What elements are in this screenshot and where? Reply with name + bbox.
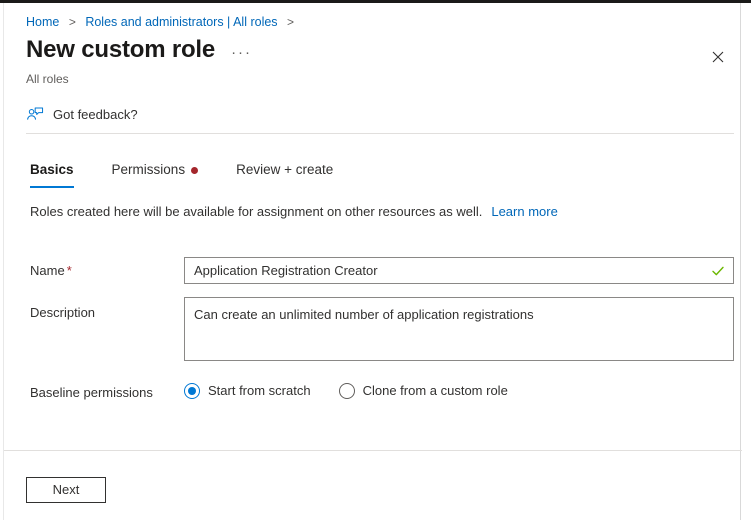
breadcrumb-separator-1: > [69, 15, 76, 29]
title-row: New custom role ··· [26, 35, 252, 65]
info-text-row: Roles created here will be available for… [30, 203, 558, 221]
footer-divider [4, 450, 742, 451]
learn-more-link[interactable]: Learn more [491, 204, 557, 219]
got-feedback-button[interactable]: Got feedback? [26, 103, 138, 127]
breadcrumb: Home > Roles and administrators | All ro… [26, 14, 300, 30]
name-input-value: Application Registration Creator [194, 262, 378, 279]
radio-start-from-scratch[interactable]: Start from scratch [184, 382, 311, 400]
tab-permissions[interactable]: Permissions [112, 161, 199, 188]
page-title: New custom role [26, 35, 215, 65]
more-options-ellipsis-icon[interactable]: ··· [231, 46, 252, 60]
description-field-label: Description [30, 304, 95, 322]
header-divider [26, 133, 734, 134]
description-input-value: Can create an unlimited number of applic… [194, 306, 724, 323]
close-icon [712, 51, 724, 63]
checkmark-icon [711, 264, 725, 278]
tab-review-create[interactable]: Review + create [236, 161, 333, 188]
tab-basics-label: Basics [30, 161, 74, 179]
description-input[interactable]: Can create an unlimited number of applic… [184, 297, 734, 361]
name-required-marker: * [67, 263, 72, 278]
close-blade-button[interactable] [706, 45, 730, 69]
tab-basics[interactable]: Basics [30, 161, 74, 188]
baseline-permissions-label: Baseline permissions [30, 384, 153, 402]
wizard-tabs: Basics Permissions Review + create [30, 161, 371, 188]
next-button[interactable]: Next [26, 477, 106, 503]
tab-permissions-badge-dot [191, 167, 198, 174]
radio-start-from-scratch-label: Start from scratch [208, 382, 311, 400]
info-text: Roles created here will be available for… [30, 204, 482, 219]
radio-clone-from-custom-role-label: Clone from a custom role [363, 382, 508, 400]
name-input[interactable]: Application Registration Creator [184, 257, 734, 284]
breadcrumb-item-home[interactable]: Home [26, 15, 59, 29]
feedback-person-icon [26, 106, 44, 124]
radio-start-from-scratch-mark [184, 383, 200, 399]
tab-review-create-label: Review + create [236, 161, 333, 179]
name-label-text: Name [30, 263, 65, 278]
baseline-permissions-radio-group: Start from scratch Clone from a custom r… [184, 382, 536, 400]
radio-clone-from-custom-role-mark [339, 383, 355, 399]
radio-clone-from-custom-role[interactable]: Clone from a custom role [339, 382, 508, 400]
breadcrumb-separator-2: > [287, 15, 294, 29]
name-field-label: Name* [30, 262, 72, 280]
page-subtitle: All roles [26, 71, 69, 87]
breadcrumb-item-roles-and-administrators[interactable]: Roles and administrators | All roles [85, 15, 277, 29]
tab-permissions-label: Permissions [112, 161, 186, 179]
got-feedback-label: Got feedback? [53, 106, 138, 124]
new-custom-role-blade: Home > Roles and administrators | All ro… [3, 3, 741, 520]
